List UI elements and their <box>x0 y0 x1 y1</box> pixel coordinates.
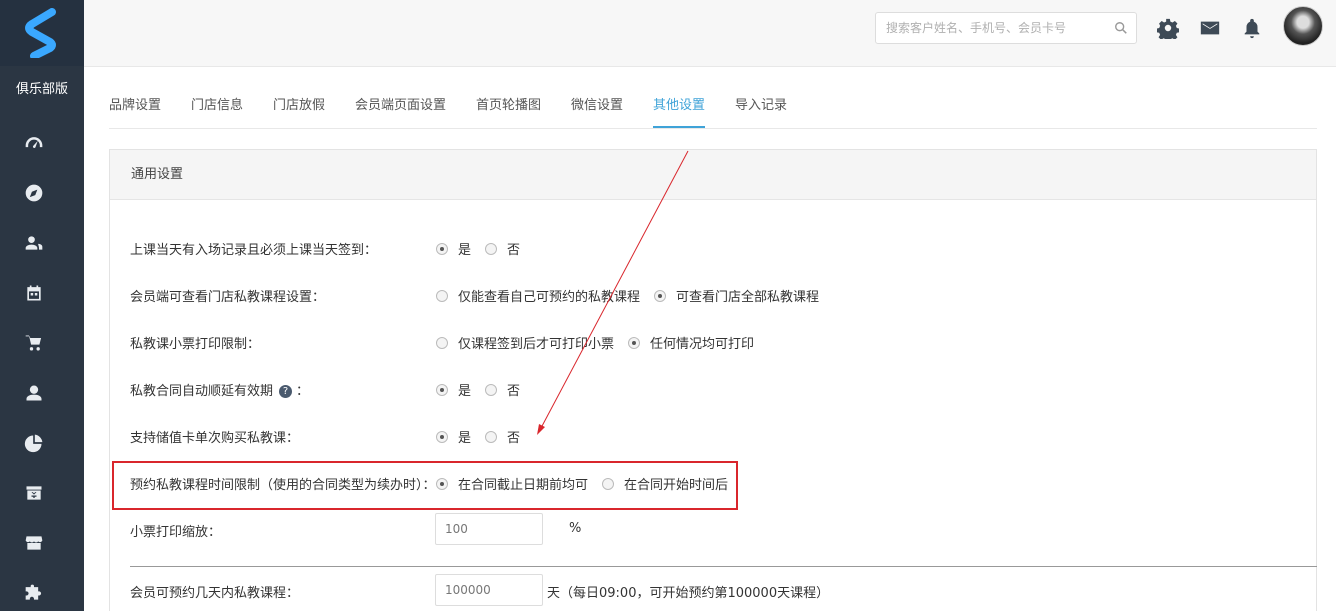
radio-stored-no[interactable] <box>485 430 498 443</box>
radio-label: 否 <box>507 243 521 258</box>
radio-before-end-date[interactable] <box>436 477 448 490</box>
tab-home-carousel[interactable]: 首页轮播图 <box>476 94 541 128</box>
pie-chart-icon[interactable] <box>22 431 46 455</box>
search-icon[interactable] <box>1114 21 1128 35</box>
radio-receipt-always[interactable] <box>628 336 641 349</box>
tab-member-page-settings[interactable]: 会员端页面设置 <box>355 94 446 128</box>
radio-label: 否 <box>507 431 521 446</box>
calendar-icon[interactable] <box>22 281 46 305</box>
top-header <box>84 0 1336 67</box>
help-icon[interactable]: ? <box>279 385 293 398</box>
auto-extend-text: 私教合同自动顺延有效期 <box>130 384 274 399</box>
logo-icon <box>25 8 56 58</box>
setting-label-auto-extend: 私教合同自动顺延有效期?： <box>130 380 309 399</box>
setting-options-checkin: 是 否 <box>436 239 534 258</box>
user-group-icon[interactable] <box>22 231 46 255</box>
setting-options-stored-value: 是 否 <box>436 427 534 446</box>
bell-icon[interactable] <box>1240 16 1264 40</box>
brand-logo[interactable] <box>0 0 84 66</box>
setting-label-booking-days: 会员可预约几天内私教课程： <box>130 586 300 601</box>
radio-label: 是 <box>458 243 472 258</box>
setting-options-member-view: 仅能查看自己可预约的私教课程 可查看门店全部私教课程 <box>436 286 833 305</box>
settings-tabs: 品牌设置 门店信息 门店放假 会员端页面设置 首页轮播图 微信设置 其他设置 导… <box>109 84 1317 129</box>
user-avatar[interactable] <box>1283 6 1323 46</box>
setting-label-receipt-limit: 私教课小票打印限制： <box>130 337 261 352</box>
booking-days-input[interactable] <box>435 574 543 606</box>
mail-icon[interactable] <box>1198 16 1222 40</box>
club-edition-label: 俱乐部版 <box>15 82 68 97</box>
booking-days-note: 天（每日09:00，可开始预约第100000天课程） <box>547 586 830 601</box>
tab-brand-settings[interactable]: 品牌设置 <box>109 94 161 128</box>
setting-label-member-view: 会员端可查看门店私教课程设置： <box>130 290 326 305</box>
tab-wechat-settings[interactable]: 微信设置 <box>571 94 623 128</box>
tab-store-info[interactable]: 门店信息 <box>191 94 243 128</box>
receipt-scale-unit: % <box>569 521 582 536</box>
radio-label: 在合同截止日期前均可 <box>458 478 589 493</box>
customer-search <box>875 12 1137 44</box>
radio-stored-yes[interactable] <box>436 430 448 443</box>
radio-extend-yes[interactable] <box>436 383 448 396</box>
setting-label-checkin: 上课当天有入场记录且必须上课当天签到： <box>130 243 378 258</box>
radio-label: 任何情况均可打印 <box>650 337 755 352</box>
setting-options-auto-extend: 是 否 <box>436 380 534 399</box>
setting-options-booking-time-limit: 在合同截止日期前均可 在合同开始时间后 <box>436 474 742 493</box>
finance-icon[interactable] <box>22 481 46 505</box>
dashboard-icon[interactable] <box>22 131 46 155</box>
radio-checkin-yes[interactable] <box>436 242 448 255</box>
radio-extend-no[interactable] <box>485 383 498 396</box>
tab-store-holiday[interactable]: 门店放假 <box>273 94 325 128</box>
radio-label: 否 <box>507 384 521 399</box>
cart-icon[interactable] <box>22 331 46 355</box>
compass-icon[interactable] <box>22 181 46 205</box>
radio-label: 在合同开始时间后 <box>624 478 729 493</box>
search-input[interactable] <box>876 13 1106 43</box>
radio-receipt-after-checkin[interactable] <box>436 336 448 349</box>
setting-label-booking-time-limit: 预约私教课程时间限制（使用的合同类型为续办时）： <box>130 478 436 493</box>
panel-title: 通用设置 <box>110 150 1316 200</box>
radio-label: 仅课程签到后才可打印小票 <box>458 337 615 352</box>
sidebar: 俱乐部版 <box>0 0 84 611</box>
radio-label: 是 <box>458 384 472 399</box>
radio-view-all[interactable] <box>654 289 667 302</box>
radio-view-own[interactable] <box>436 289 448 302</box>
gear-icon[interactable] <box>1156 16 1180 40</box>
auto-extend-colon: ： <box>296 384 310 399</box>
section-divider <box>130 566 1317 567</box>
member-icon[interactable] <box>22 381 46 405</box>
puzzle-icon[interactable] <box>22 581 46 605</box>
radio-after-start-time[interactable] <box>602 477 615 490</box>
radio-label: 仅能查看自己可预约的私教课程 <box>458 290 641 305</box>
receipt-scale-input[interactable] <box>435 513 543 545</box>
radio-label: 可查看门店全部私教课程 <box>676 290 820 305</box>
tab-other-settings[interactable]: 其他设置 <box>653 94 706 128</box>
setting-options-receipt-limit: 仅课程签到后才可打印小票 任何情况均可打印 <box>436 333 768 352</box>
radio-label: 是 <box>458 431 472 446</box>
tab-import-records[interactable]: 导入记录 <box>735 94 787 128</box>
setting-label-receipt-scale: 小票打印缩放： <box>130 525 222 540</box>
radio-checkin-no[interactable] <box>485 242 498 255</box>
setting-label-stored-value: 支持储值卡单次购买私教课： <box>130 431 300 446</box>
store-icon[interactable] <box>22 531 46 555</box>
